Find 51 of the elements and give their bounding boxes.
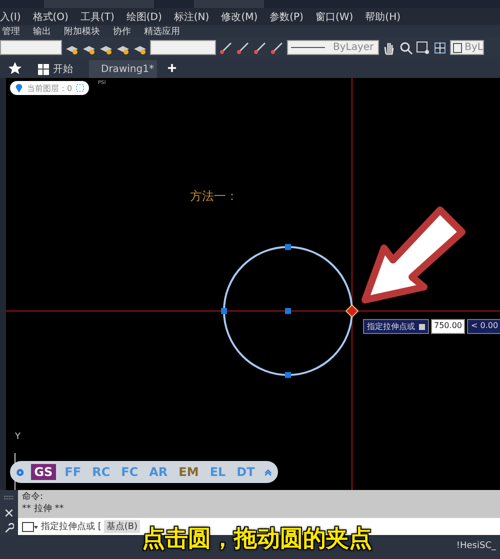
command-history-line: ** 拉伸 **: [22, 503, 65, 515]
angle-field[interactable]: < 0.00: [467, 319, 500, 334]
match-tool-icon[interactable]: [270, 40, 284, 54]
windows-icon: [38, 64, 49, 74]
file-tab[interactable]: 开始: [30, 60, 81, 78]
quick-button[interactable]: GS: [31, 464, 56, 480]
circle[interactable]: [223, 246, 353, 376]
pin-icon: [15, 83, 23, 93]
file-tab[interactable]: Drawing1*: [89, 60, 157, 78]
ribbon-tab[interactable]: 协作: [113, 24, 131, 38]
grip[interactable]: [221, 308, 227, 314]
match-tool-icon[interactable]: [253, 40, 267, 54]
zoom-extents-icon[interactable]: [433, 40, 447, 54]
menu-item[interactable]: 修改(M): [221, 10, 258, 24]
axis-label: Y: [15, 432, 20, 442]
pan-icon[interactable]: [382, 40, 396, 54]
wrench-icon[interactable]: [4, 522, 14, 532]
star-icon[interactable]: [8, 61, 22, 75]
menu-item[interactable]: 入(I): [0, 10, 21, 24]
command-menu-icon[interactable]: [22, 522, 38, 532]
close-icon[interactable]: [4, 508, 14, 518]
command-prompt: 指定拉伸点或 [: [41, 520, 102, 533]
hot-grip[interactable]: [345, 304, 359, 318]
menu-item[interactable]: 格式(O): [32, 10, 68, 24]
status-text: !HesiSC_: [456, 541, 496, 551]
ribbon-tab[interactable]: 精选应用: [144, 24, 180, 38]
layer-chip[interactable]: 当前图层：0: [10, 81, 90, 95]
zoom-window-icon[interactable]: [416, 40, 430, 54]
annotation-text: 方法一：: [190, 188, 238, 205]
ribbon-tab[interactable]: 管理: [2, 24, 20, 38]
menu-item[interactable]: 工具(T): [80, 10, 114, 24]
menu-item[interactable]: 绘图(D): [126, 10, 162, 24]
match-tool-icon[interactable]: [219, 40, 233, 54]
add-tab-icon[interactable]: [165, 61, 179, 75]
search-icon[interactable]: [399, 40, 413, 54]
ribbon-tab[interactable]: 附加模块: [64, 24, 100, 38]
menu-item[interactable]: 标注(N): [174, 10, 210, 24]
menu-item[interactable]: 帮助(H): [365, 10, 400, 24]
layer-chip-label: 当前图层：0: [27, 82, 72, 94]
dynamic-input-field[interactable]: 750.00: [431, 319, 465, 334]
menu-item[interactable]: 参数(P): [270, 10, 304, 24]
dynamic-prompt: 指定拉伸点或: [363, 319, 429, 334]
grip[interactable]: [285, 308, 291, 314]
ribbon-tab[interactable]: 输出: [33, 24, 51, 38]
command-history-line: 命令:: [22, 491, 44, 503]
match-tool-icon[interactable]: [236, 40, 250, 54]
menu-item[interactable]: 窗口(W): [315, 10, 354, 24]
select-icon[interactable]: [76, 83, 84, 93]
grip[interactable]: [285, 372, 291, 378]
grip[interactable]: [285, 244, 291, 250]
command-option[interactable]: 基点(B): [104, 520, 140, 533]
